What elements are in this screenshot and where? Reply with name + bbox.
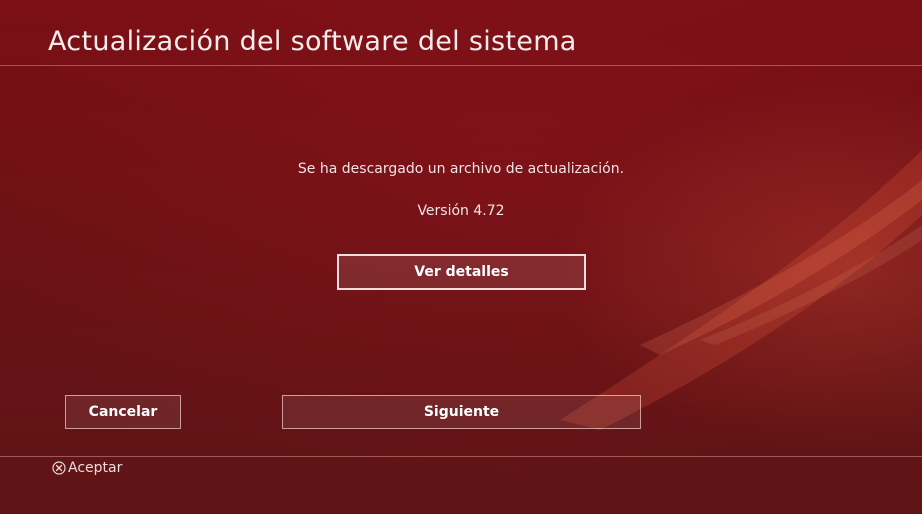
header-divider [0, 65, 922, 66]
page-title: Actualización del software del sistema [48, 26, 577, 57]
update-message: Se ha descargado un archivo de actualiza… [297, 161, 625, 177]
version-label: Versión 4.72 [417, 203, 505, 219]
footer-divider [0, 456, 922, 457]
cancel-button[interactable]: Cancelar [65, 395, 181, 429]
view-details-button[interactable]: Ver detalles [337, 254, 586, 290]
accept-hint-label: Aceptar [68, 460, 123, 476]
next-button[interactable]: Siguiente [282, 395, 641, 429]
cross-button-icon [52, 461, 66, 475]
accept-hint: Aceptar [52, 460, 122, 476]
